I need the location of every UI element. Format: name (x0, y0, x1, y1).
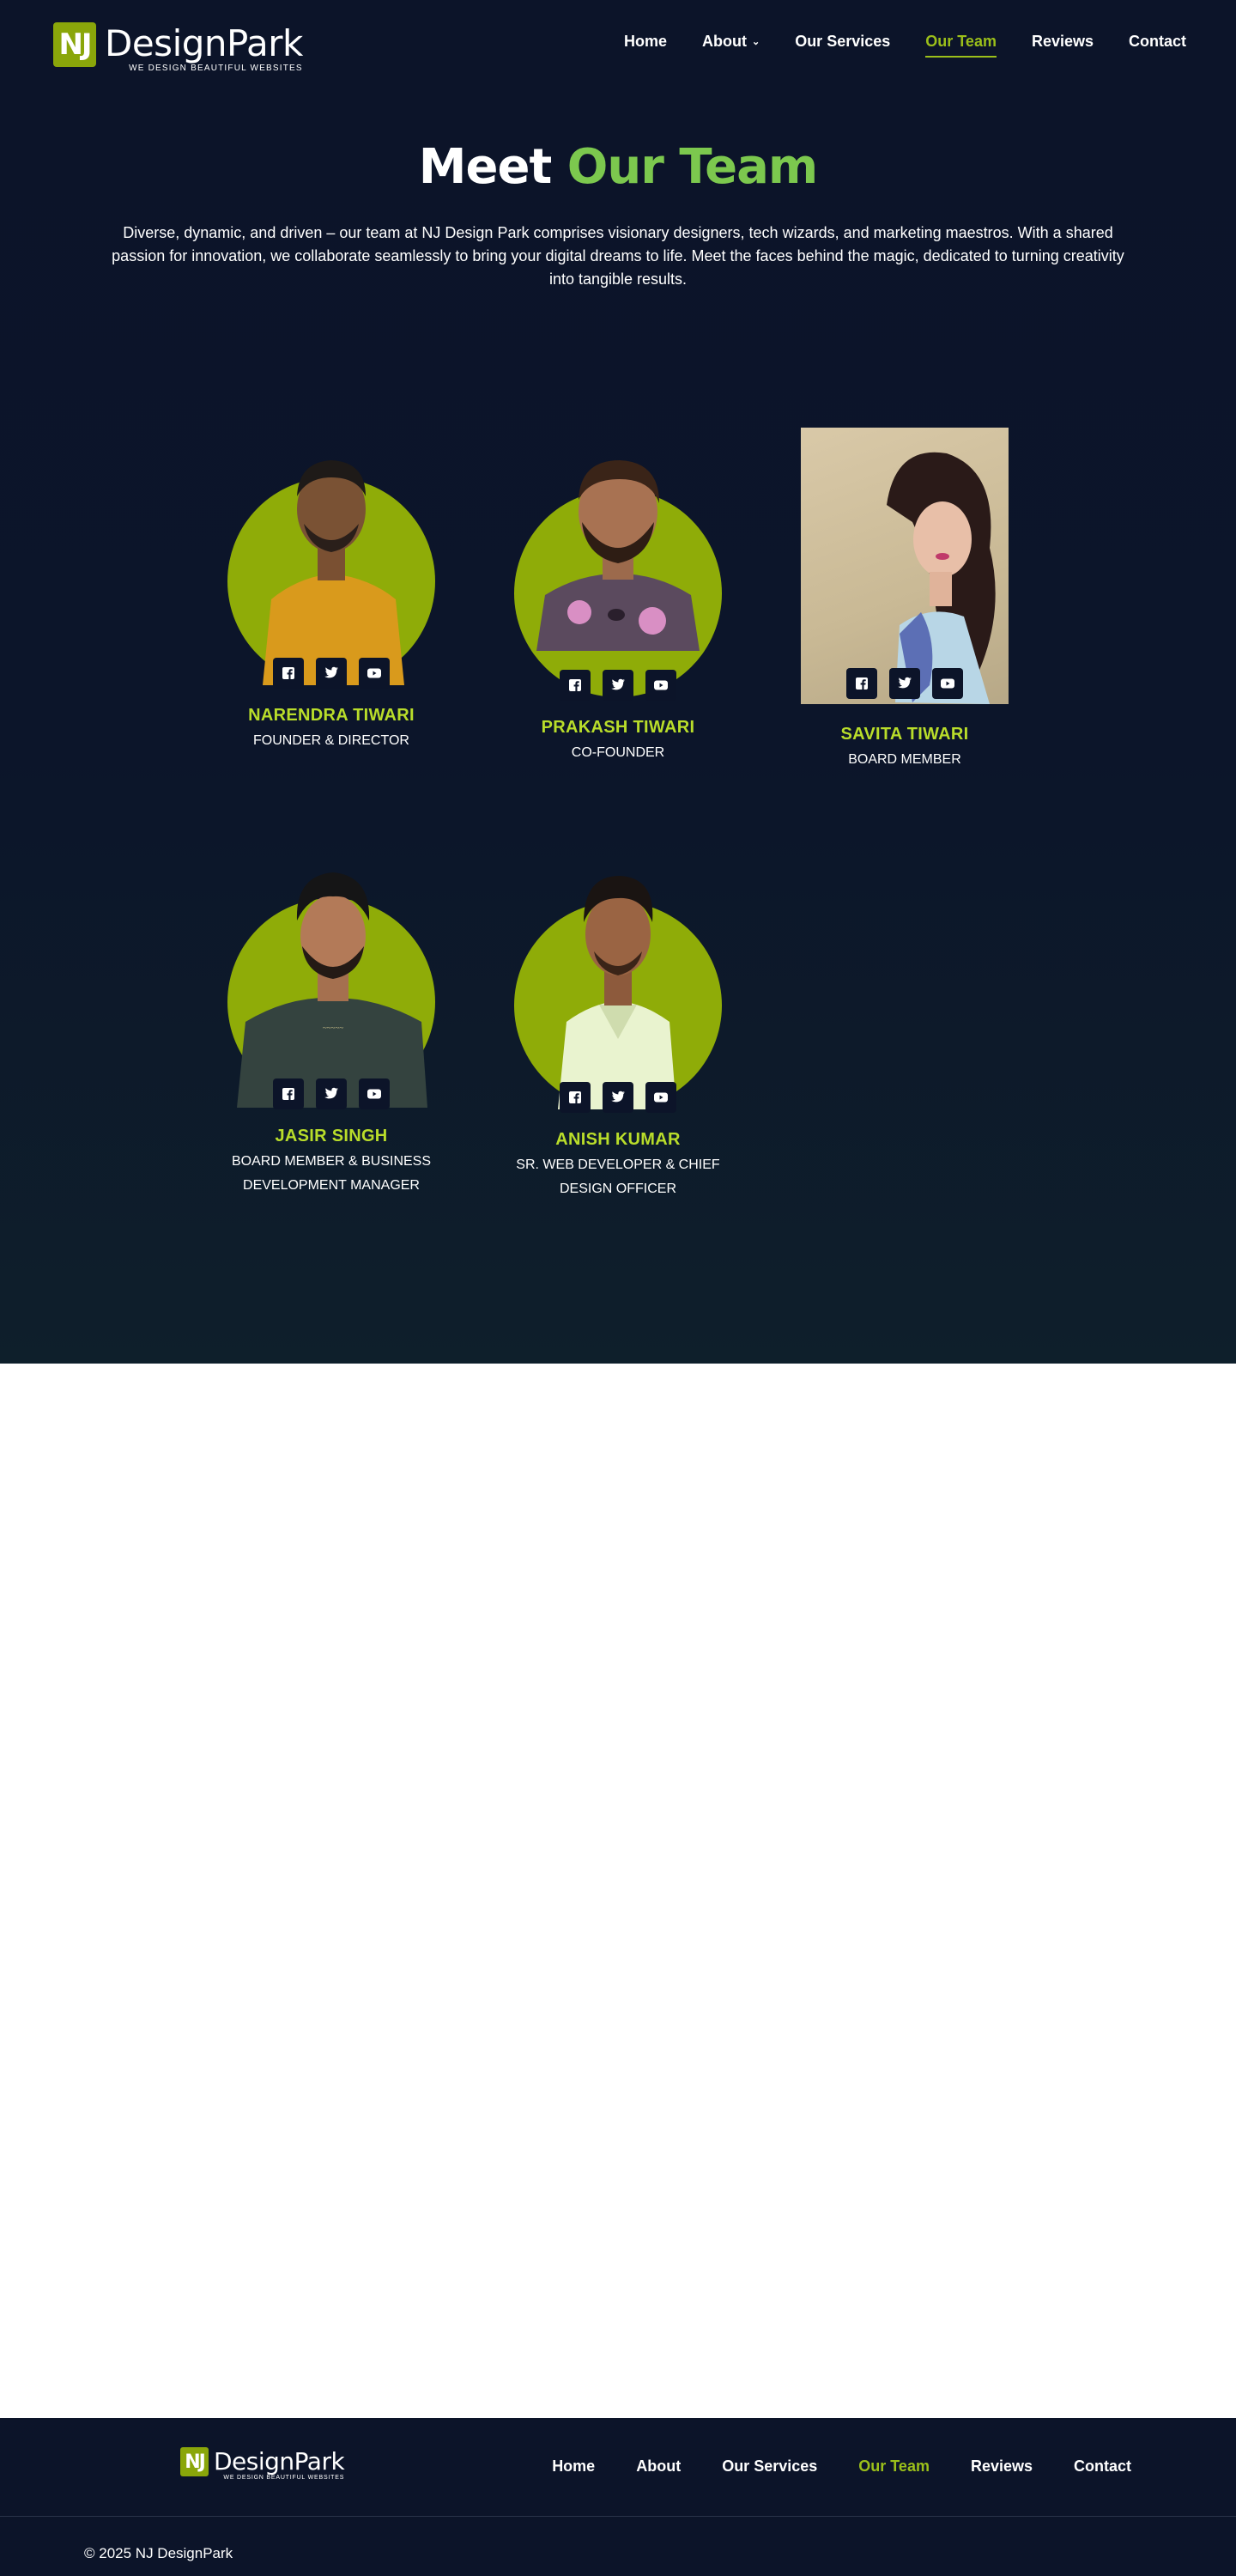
footer-logo-tagline: WE DESIGN BEAUTIFUL WEBSITES (223, 2475, 345, 2481)
member-name: SAVITA TIWARI (840, 725, 969, 744)
site-footer: NJ DesignPark WE DESIGN BEAUTIFUL WEBSIT… (0, 2418, 1236, 2576)
member-role: BOARD MEMBER (848, 752, 961, 767)
facebook-icon[interactable] (560, 1082, 591, 1113)
person-illustration (887, 452, 996, 704)
social-links (273, 1078, 390, 1109)
team-card-prakash: PRAKASH TIWARI CO-FOUNDER (489, 438, 747, 765)
member-photo: ~~~~~ (227, 872, 435, 1109)
nav-our-team[interactable]: Our Team (925, 33, 997, 58)
youtube-icon[interactable] (645, 670, 676, 701)
footer-logo-mark: NJ (180, 2447, 209, 2476)
person-illustration: ~~~~~ (237, 872, 427, 1108)
nav-contact[interactable]: Contact (1129, 33, 1186, 58)
member-photo (514, 876, 722, 1113)
footer-nav-reviews[interactable]: Reviews (971, 2458, 1033, 2476)
footer-logo-name: DesignPark (214, 2447, 345, 2476)
facebook-icon[interactable] (846, 668, 877, 699)
youtube-icon[interactable] (359, 658, 390, 689)
youtube-icon[interactable] (932, 668, 963, 699)
team-card-narendra: NARENDRA TIWARI FOUNDER & DIRECTOR (203, 429, 460, 753)
twitter-icon[interactable] (316, 658, 347, 689)
logo-tagline: WE DESIGN BEAUTIFUL WEBSITES (129, 64, 303, 73)
facebook-icon[interactable] (273, 1078, 304, 1109)
member-name: NARENDRA TIWARI (248, 706, 415, 725)
footer-logo-text: DesignPark WE DESIGN BEAUTIFUL WEBSITES (214, 2447, 345, 2481)
facebook-icon[interactable] (273, 658, 304, 689)
hero-section: NJ DesignPark WE DESIGN BEAUTIFUL WEBSIT… (0, 0, 1236, 1364)
person-illustration (263, 460, 404, 685)
person-illustration (536, 460, 700, 651)
copyright-text: © 2025 NJ DesignPark (84, 2545, 233, 2561)
logo-text: DesignPark WE DESIGN BEAUTIFUL WEBSITES (105, 22, 303, 73)
twitter-icon[interactable] (889, 668, 920, 699)
facebook-icon[interactable] (560, 670, 591, 701)
nav-home-label: Home (623, 33, 667, 50)
main-nav: Home About ⌄ Our Services Our Team Review… (624, 33, 1186, 58)
title-accent: Our Team (566, 139, 818, 195)
member-name: PRAKASH TIWARI (541, 718, 695, 737)
twitter-icon[interactable] (316, 1078, 347, 1109)
twitter-icon[interactable] (603, 670, 633, 701)
nav-team-label: Our Team (925, 33, 997, 50)
social-links (846, 668, 963, 699)
footer-nav-about[interactable]: About (636, 2458, 681, 2476)
nav-services-label: Our Services (795, 33, 891, 50)
nav-home[interactable]: Home (624, 33, 667, 58)
member-role: SR. WEB DEVELOPER & CHIEF DESIGN OFFICER (516, 1157, 720, 1196)
logo-name: DesignPark (105, 22, 303, 64)
svg-text:~~~~~: ~~~~~ (323, 1024, 343, 1032)
social-links (560, 1082, 676, 1113)
footer-nav-contact[interactable]: Contact (1074, 2458, 1131, 2476)
nav-contact-label: Contact (1129, 33, 1186, 50)
nav-reviews-label: Reviews (1031, 33, 1094, 50)
team-intro: Diverse, dynamic, and driven – our team … (112, 224, 1124, 288)
member-photo (801, 428, 1009, 704)
member-name: ANISH KUMAR (555, 1130, 681, 1149)
member-role: BOARD MEMBER & BUSINESS DEVELOPMENT MANA… (231, 1154, 432, 1193)
team-card-savita: SAVITA TIWARI BOARD MEMBER (776, 428, 1033, 772)
team-card-anish: ANISH KUMAR SR. WEB DEVELOPER & CHIEF DE… (489, 850, 747, 1201)
footer-nav-our-services[interactable]: Our Services (722, 2458, 817, 2476)
twitter-icon[interactable] (603, 1082, 633, 1113)
nav-reviews[interactable]: Reviews (1032, 33, 1094, 58)
member-photo (227, 460, 435, 689)
chevron-down-icon: ⌄ (751, 37, 760, 47)
youtube-icon[interactable] (645, 1082, 676, 1113)
nav-our-services[interactable]: Our Services (795, 33, 890, 58)
nav-about-label: About (701, 33, 747, 50)
social-links (560, 670, 676, 701)
footer-nav-our-team[interactable]: Our Team (858, 2458, 930, 2476)
title-prefix: Meet (418, 139, 552, 195)
page-title: Meet Our Team (0, 139, 1236, 195)
site-logo[interactable]: NJ DesignPark WE DESIGN BEAUTIFUL WEBSIT… (53, 22, 303, 73)
member-role: CO-FOUNDER (571, 745, 665, 760)
member-name: JASIR SINGH (275, 1127, 388, 1145)
logo-mark: NJ (53, 22, 96, 67)
member-role: FOUNDER & DIRECTOR (253, 733, 409, 748)
footer-nav-home[interactable]: Home (552, 2458, 595, 2476)
footer-logo[interactable]: NJ DesignPark WE DESIGN BEAUTIFUL WEBSIT… (180, 2447, 345, 2481)
social-links (273, 658, 390, 689)
member-photo (514, 460, 722, 701)
footer-divider (0, 2516, 1236, 2517)
person-illustration (558, 876, 676, 1109)
youtube-icon[interactable] (359, 1078, 390, 1109)
nav-about[interactable]: About ⌄ (702, 33, 760, 58)
team-card-jasir: ~~~~~ JASIR SINGH BOARD MEMBER & BUSINES… (203, 852, 460, 1198)
footer-nav: Home About Our Services Our Team Reviews… (552, 2458, 1131, 2476)
